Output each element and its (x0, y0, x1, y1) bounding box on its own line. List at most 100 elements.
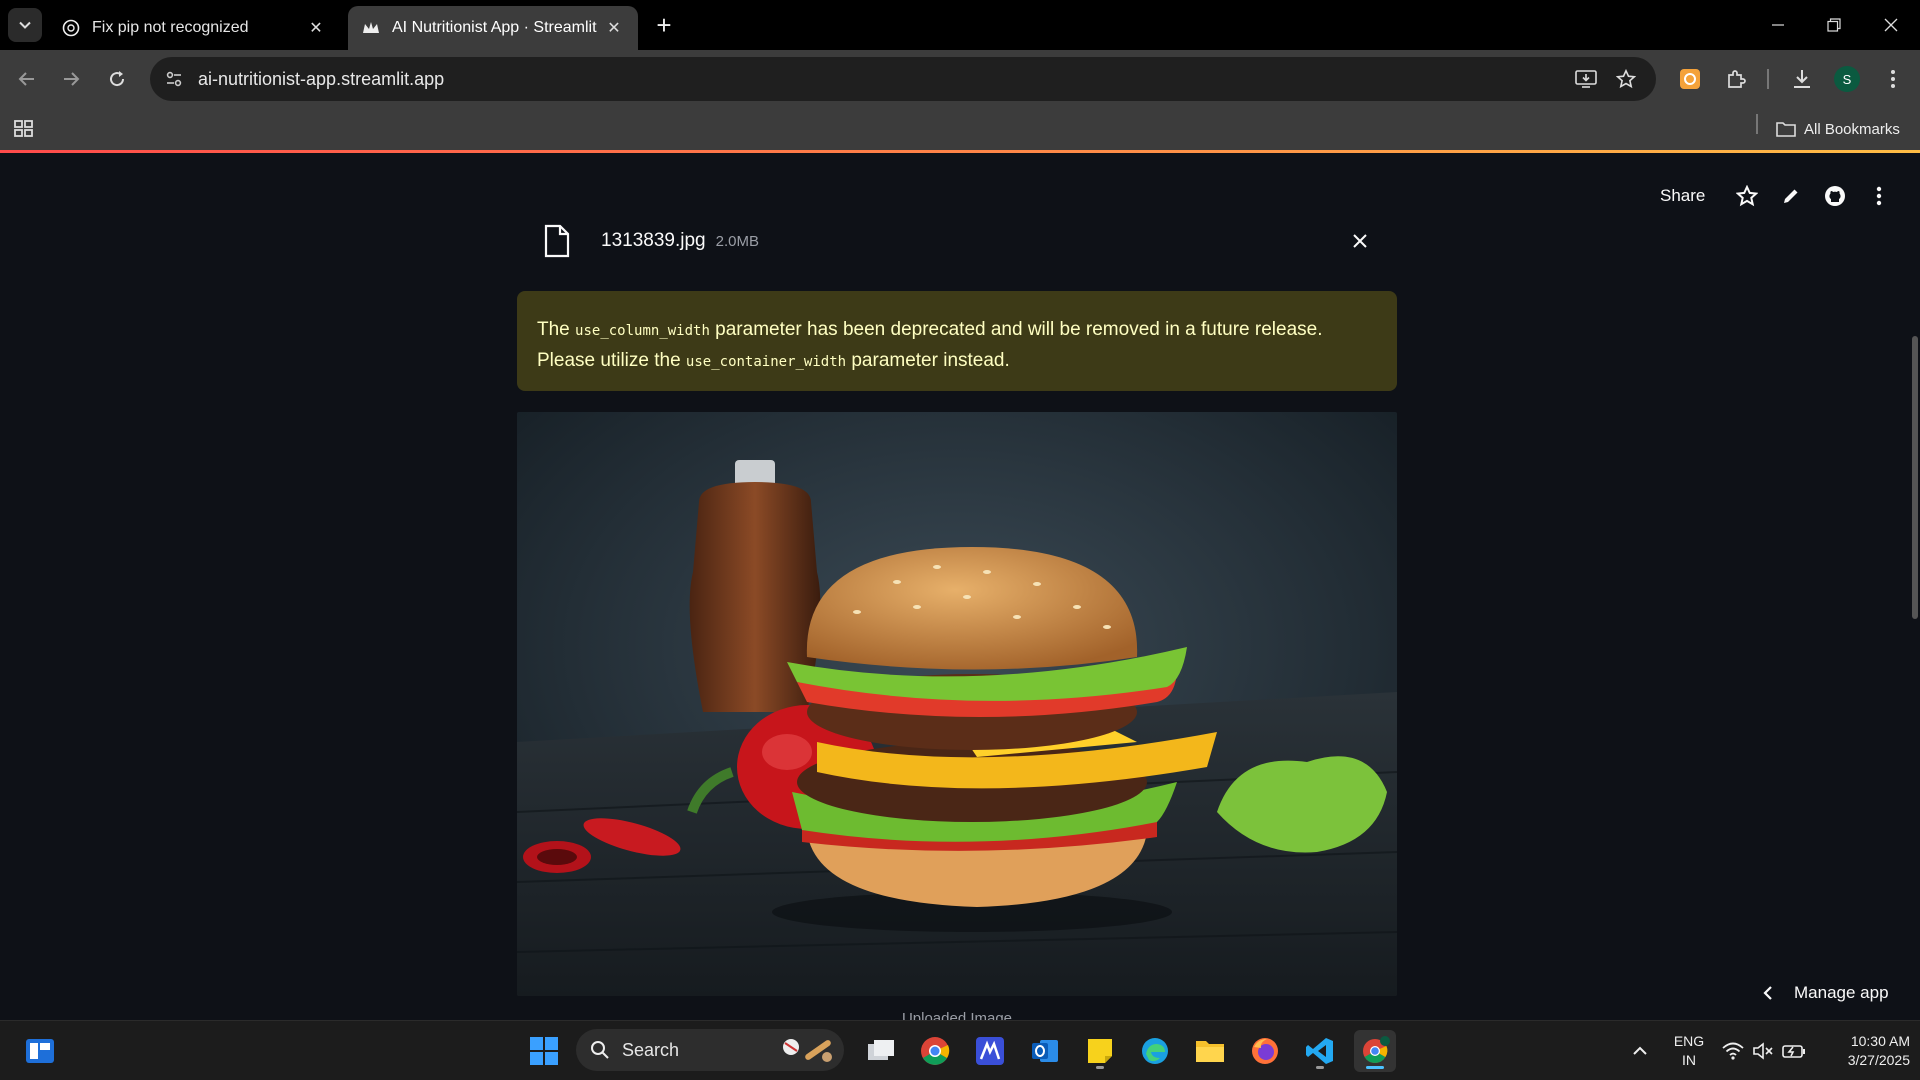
pencil-icon (1784, 189, 1798, 203)
star-outline-icon (1736, 185, 1759, 207)
tab-title: Fix pip not recognized (92, 19, 249, 36)
file-icon (537, 221, 577, 261)
edit-button[interactable] (1769, 180, 1813, 212)
warning-code: use_container_width (685, 354, 847, 370)
chrome-icon (921, 1037, 950, 1065)
browser-tab-bar: Fix pip not recognized ✕ AI Nutritionist… (0, 0, 1920, 50)
download-icon (1794, 70, 1810, 88)
vscode-taskbar-icon[interactable] (1299, 1030, 1341, 1072)
wifi-icon (1722, 1042, 1744, 1060)
deprecation-warning: The use_column_width parameter has been … (517, 291, 1397, 391)
file-name: 1313839.jpg (601, 230, 706, 251)
star-outline-icon (1616, 69, 1636, 89)
warning-text: The (537, 319, 576, 340)
kebab-menu-icon (1877, 186, 1882, 206)
sticky-notes-taskbar-icon[interactable] (1079, 1030, 1121, 1072)
openai-icon (62, 19, 80, 37)
browser-menu-button[interactable] (1875, 61, 1911, 97)
widgets-button[interactable] (19, 1030, 61, 1072)
taskbar-clock[interactable]: 10:30 AM 3/27/2025 (1820, 1032, 1910, 1070)
manage-app-label: Manage app (1794, 983, 1889, 1002)
remove-file-button[interactable] (1345, 226, 1375, 256)
search-icon (591, 1041, 609, 1059)
tab-title: AI Nutritionist App · Streamlit (392, 19, 597, 36)
edge-taskbar-icon[interactable] (1134, 1030, 1176, 1072)
chrome-profile-taskbar-icon[interactable] (1354, 1030, 1396, 1072)
chrome-taskbar-icon[interactable] (914, 1030, 956, 1072)
vscode-icon (1306, 1038, 1333, 1064)
all-bookmarks-button[interactable]: All Bookmarks (1776, 108, 1900, 150)
outlook-taskbar-icon[interactable] (1024, 1030, 1066, 1072)
firefox-taskbar-icon[interactable] (1244, 1030, 1286, 1072)
volume-muted-icon (1753, 1042, 1773, 1060)
back-button[interactable] (9, 61, 45, 97)
show-hidden-icons-button[interactable] (1619, 1030, 1661, 1072)
outlook-icon (1032, 1040, 1058, 1062)
close-window-button[interactable] (1871, 8, 1911, 42)
address-bar[interactable]: ai-nutritionist-app.streamlit.app (150, 57, 1656, 101)
system-tray[interactable] (1722, 1021, 1806, 1080)
bookmark-star-button[interactable] (1608, 61, 1644, 97)
app-menu-button[interactable] (1857, 180, 1901, 212)
tab-fix-pip[interactable]: Fix pip not recognized ✕ (48, 6, 340, 50)
language-code: ENG (1673, 1033, 1705, 1049)
new-tab-button[interactable]: + (650, 10, 678, 40)
arrow-right-icon (64, 72, 80, 86)
toolbar-separator (1767, 69, 1769, 89)
start-button[interactable] (523, 1030, 565, 1072)
streamlit-crown-icon (362, 19, 380, 37)
taskbar-search[interactable]: Search (576, 1029, 844, 1071)
uploaded-image (517, 412, 1397, 996)
running-indicator (1096, 1066, 1104, 1069)
app-taskbar-icon[interactable] (969, 1030, 1011, 1072)
minimize-button[interactable] (1758, 8, 1798, 42)
windows-taskbar: Search ENG IN 10:30 AM 3/27/2025 (0, 1020, 1920, 1080)
task-view-button[interactable] (860, 1030, 902, 1072)
sticky-notes-icon (1088, 1039, 1112, 1063)
edge-icon (1142, 1038, 1168, 1064)
restore-button[interactable] (1814, 8, 1854, 42)
install-icon (1575, 70, 1597, 88)
close-icon[interactable]: ✕ (306, 18, 326, 38)
close-icon[interactable]: ✕ (604, 18, 624, 38)
reload-button[interactable] (99, 61, 135, 97)
running-indicator (1316, 1066, 1324, 1069)
tab-search-button[interactable] (8, 8, 42, 42)
uploaded-file-row: 1313839.jpg 2.0MB (517, 216, 1397, 266)
extensions-menu-button[interactable] (1718, 61, 1754, 97)
file-size: 2.0MB (715, 232, 759, 250)
folder-icon (1196, 1041, 1224, 1062)
warning-code: use_column_width (575, 323, 710, 339)
site-info-icon[interactable] (152, 57, 196, 101)
arrow-left-icon (18, 72, 34, 86)
file-explorer-taskbar-icon[interactable] (1189, 1030, 1231, 1072)
profile-avatar[interactable]: S (1834, 66, 1860, 92)
minimize-icon (1772, 24, 1784, 26)
stylized-m-icon (976, 1037, 1004, 1065)
app-header-actions: Share (1640, 180, 1901, 212)
puzzle-icon (1728, 70, 1746, 88)
manage-app-button[interactable]: Manage app (1762, 978, 1889, 1008)
search-placeholder: Search (622, 1039, 680, 1060)
page-scrollbar[interactable] (1912, 336, 1918, 619)
apps-grid-icon[interactable] (12, 117, 36, 141)
url-text: ai-nutritionist-app.streamlit.app (198, 68, 445, 89)
windows-logo-icon (530, 1037, 558, 1065)
folder-icon (1776, 122, 1796, 137)
input-language[interactable]: ENG IN (1668, 1032, 1710, 1070)
kebab-menu-icon (1891, 70, 1895, 88)
browser-toolbar: ai-nutritionist-app.streamlit.app S (0, 50, 1920, 108)
share-button[interactable]: Share (1660, 186, 1705, 206)
tab-ai-nutritionist[interactable]: AI Nutritionist App · Streamlit ✕ (348, 6, 638, 50)
restore-icon (1827, 18, 1841, 32)
github-button[interactable] (1813, 180, 1857, 212)
extension-button[interactable] (1672, 61, 1708, 97)
all-bookmarks-label: All Bookmarks (1804, 120, 1900, 138)
bookmarks-separator (1756, 114, 1758, 134)
favorite-button[interactable] (1725, 180, 1769, 212)
forward-button[interactable] (53, 61, 89, 97)
clock-time: 10:30 AM (1850, 1033, 1910, 1049)
install-app-button[interactable] (1568, 61, 1604, 97)
downloads-button[interactable] (1784, 61, 1820, 97)
image-caption: Uploaded Image (901, 1010, 1013, 1020)
